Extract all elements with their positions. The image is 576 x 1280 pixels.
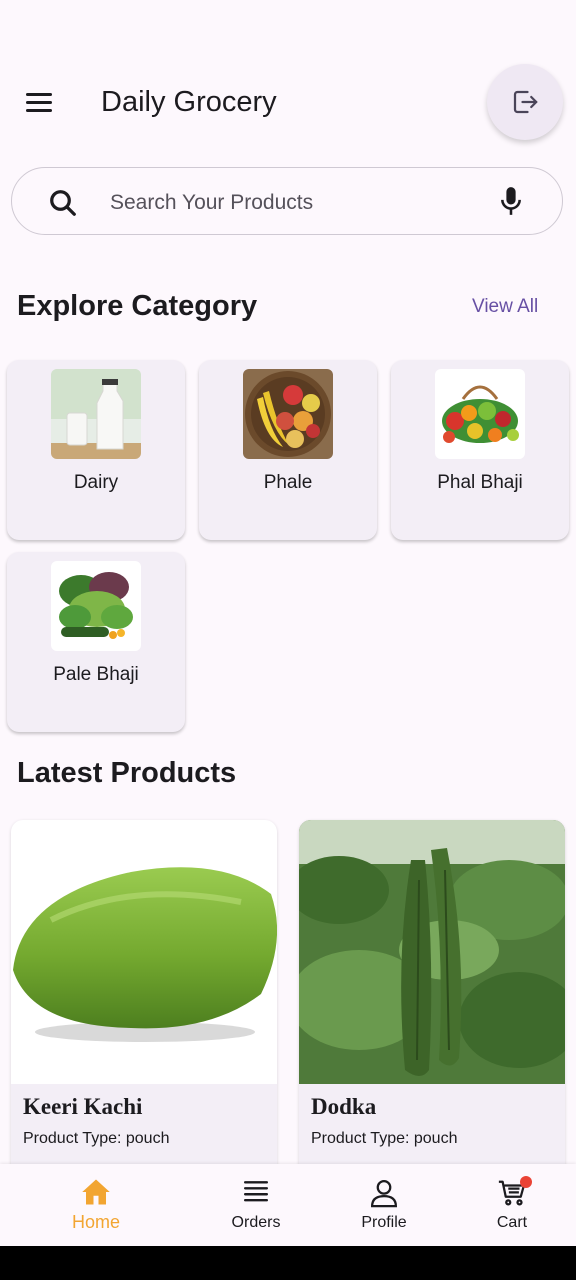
menu-button[interactable] <box>20 84 58 120</box>
nav-label: Profile <box>361 1214 407 1231</box>
product-name: Keeri Kachi <box>23 1094 143 1119</box>
orders-icon <box>243 1181 269 1202</box>
category-label: Dairy <box>73 472 119 493</box>
fruits-vegetables-image <box>435 369 525 459</box>
bottom-navigation: Home Orders Profile Cart <box>0 1164 576 1246</box>
product-type: Product Type: pouch <box>23 1130 170 1147</box>
fruits-image <box>243 369 333 459</box>
latest-products-title: Latest Products <box>17 757 237 789</box>
raw-mango-image <box>11 820 277 1084</box>
product-card-keeri-kachi[interactable]: Keeri Kachi Product Type: pouch <box>11 820 277 1180</box>
home-icon <box>82 1179 110 1205</box>
system-navigation-bar <box>0 1246 576 1280</box>
view-all-link[interactable]: View All <box>472 296 538 318</box>
explore-category-title: Explore Category <box>17 290 258 322</box>
category-card-dairy[interactable]: Dairy <box>7 360 185 540</box>
product-type: Product Type: pouch <box>311 1130 458 1147</box>
nav-label: Cart <box>496 1214 528 1231</box>
menu-icon <box>26 92 52 96</box>
logout-button[interactable] <box>487 64 563 140</box>
microphone-icon[interactable] <box>498 186 524 216</box>
category-card-phale[interactable]: Phale <box>199 360 377 540</box>
category-label: Phale <box>263 472 313 493</box>
category-label: Phal Bhaji <box>437 472 523 493</box>
category-label: Pale Bhaji <box>53 664 139 685</box>
nav-label: Home <box>71 1212 120 1232</box>
dairy-image <box>51 369 141 459</box>
nav-profile[interactable]: Profile <box>320 1164 448 1246</box>
category-card-phal-bhaji[interactable]: Phal Bhaji <box>391 360 569 540</box>
app-title: Daily Grocery <box>101 86 277 118</box>
search-bar[interactable] <box>11 167 563 235</box>
logout-icon <box>513 90 538 114</box>
search-icon <box>50 190 76 216</box>
cart-badge <box>520 1176 532 1188</box>
app-bar: Daily Grocery <box>0 60 576 144</box>
nav-label: Orders <box>231 1214 281 1231</box>
product-card-dodka[interactable]: Dodka Product Type: pouch <box>299 820 565 1180</box>
ridge-gourd-image <box>299 820 565 1084</box>
product-name: Dodka <box>311 1094 377 1119</box>
category-card-pale-bhaji[interactable]: Pale Bhaji <box>7 552 185 732</box>
nav-home[interactable]: Home <box>32 1164 160 1246</box>
leafy-vegetables-image <box>51 561 141 651</box>
profile-icon <box>370 1180 398 1208</box>
nav-orders[interactable]: Orders <box>192 1164 320 1246</box>
nav-cart[interactable]: Cart <box>448 1164 576 1246</box>
search-input[interactable] <box>108 184 482 222</box>
